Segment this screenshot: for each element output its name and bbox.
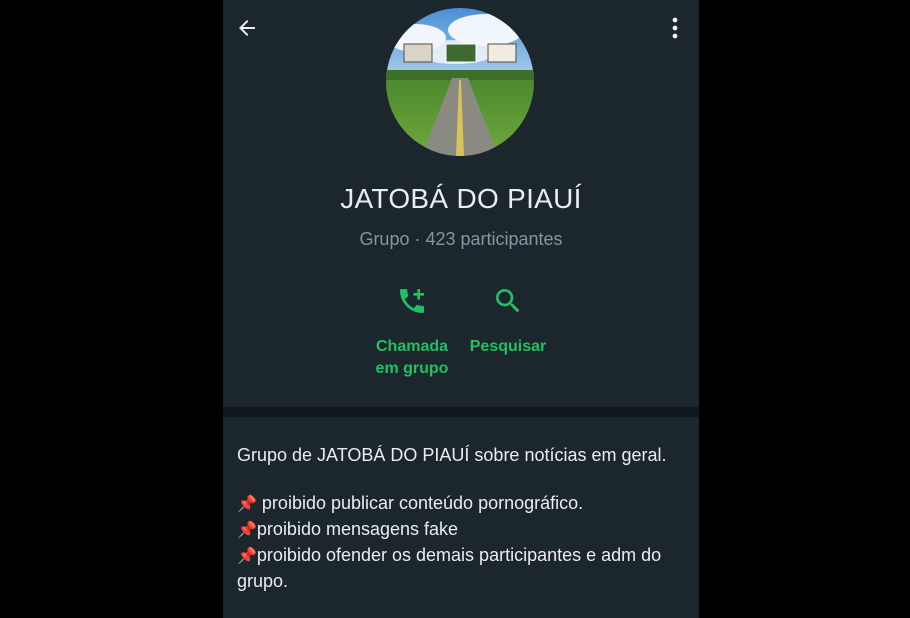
rule-item: 📌 proibido publicar conteúdo pornográfic… bbox=[237, 491, 687, 517]
section-divider bbox=[223, 407, 699, 417]
group-call-label: Chamada em grupo bbox=[357, 336, 467, 380]
search-icon bbox=[496, 289, 520, 313]
pushpin-icon: 📌 bbox=[237, 496, 257, 513]
group-call-label-line2: em grupo bbox=[375, 360, 449, 377]
group-name[interactable]: JATOBÁ DO PIAUÍ bbox=[223, 183, 699, 215]
group-photo-road bbox=[386, 8, 534, 156]
rule-text: proibido mensagens fake bbox=[256, 519, 459, 539]
rule-item: 📌proibido mensagens fake bbox=[237, 517, 687, 543]
group-info-screen: JATOBÁ DO PIAUÍ Grupo · 423 participante… bbox=[223, 0, 699, 618]
add-call-icon bbox=[400, 289, 424, 313]
group-call-button[interactable]: Chamada em grupo bbox=[357, 282, 467, 380]
group-participants-count: Grupo · 423 participantes bbox=[359, 229, 563, 249]
description-intro: Grupo de JATOBÁ DO PIAUÍ sobre notícias … bbox=[237, 445, 667, 465]
rule-item: 📌proibido ofender os demais participante… bbox=[237, 543, 687, 593]
rule-text: proibido publicar conteúdo pornográfico. bbox=[256, 493, 584, 513]
back-button[interactable] bbox=[233, 14, 261, 42]
more-vertical-icon bbox=[672, 17, 678, 39]
search-label: Pesquisar bbox=[469, 338, 547, 355]
pushpin-icon: 📌 bbox=[237, 548, 257, 565]
arrow-left-icon bbox=[239, 20, 255, 36]
screen: JATOBÁ DO PIAUÍ Grupo · 423 participante… bbox=[0, 0, 910, 618]
group-call-label-line1: Chamada bbox=[375, 338, 449, 355]
group-description: Grupo de JATOBÁ DO PIAUÍ sobre notícias … bbox=[237, 443, 687, 593]
pushpin-icon: 📌 bbox=[237, 522, 257, 539]
rule-text: proibido ofender os demais participantes… bbox=[237, 545, 662, 591]
group-avatar[interactable] bbox=[386, 8, 534, 156]
more-options-button[interactable] bbox=[663, 14, 687, 42]
search-button[interactable]: Pesquisar bbox=[453, 282, 563, 358]
